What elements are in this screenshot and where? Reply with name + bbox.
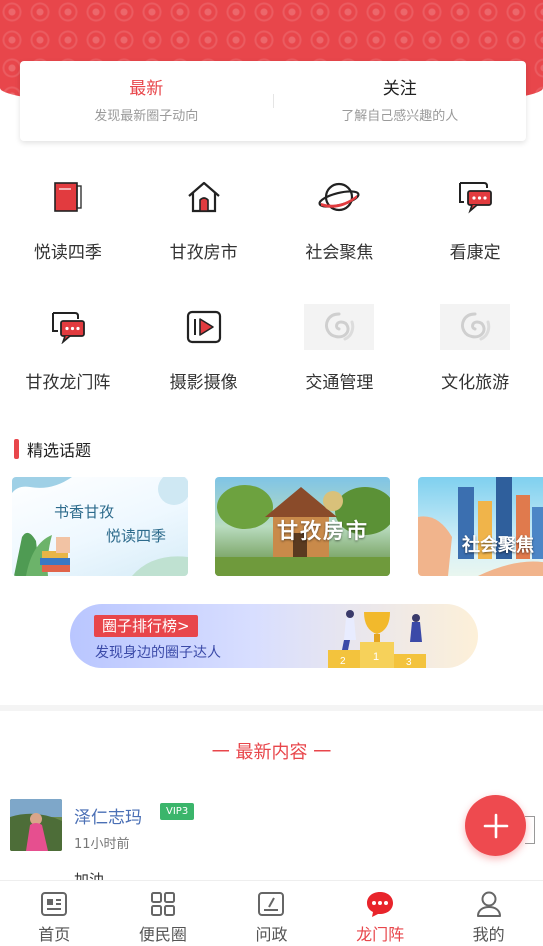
svg-text:1: 1	[373, 651, 379, 663]
feed-tab-switcher: 最新 发现最新圈子动向 关注 了解自己感兴趣的人	[20, 61, 526, 141]
topic-reading-line2: 悦读四季	[106, 527, 167, 545]
grid-icon	[150, 889, 176, 919]
tab-profile-label: 我的	[472, 925, 505, 944]
topic-card-society[interactable]: 社会聚焦	[418, 477, 543, 576]
circle-item-society[interactable]: 社会聚焦	[272, 170, 408, 300]
circle-item-label: 社会聚焦	[305, 243, 374, 263]
post-author-name[interactable]: 泽仁志玛	[74, 803, 142, 828]
trophy-podium-illustration: 2 1 3	[328, 610, 426, 668]
circle-item-culture-tourism[interactable]: 文化旅游	[407, 300, 543, 430]
circle-item-photography[interactable]: 摄影摄像	[136, 300, 272, 430]
circle-item-reading[interactable]: 悦读四季	[0, 170, 136, 300]
section-accent-bar	[14, 439, 19, 459]
tab-latest-title: 最新	[129, 79, 164, 99]
tab-following[interactable]: 关注 了解自己感兴趣的人	[274, 77, 527, 125]
house-icon	[169, 174, 239, 220]
svg-text:2: 2	[340, 656, 346, 667]
circle-item-longmenzhen[interactable]: 甘孜龙门阵	[0, 300, 136, 430]
latest-content-title: 一 最新内容 一	[211, 742, 332, 763]
tab-inquiry[interactable]: 问政	[217, 881, 326, 946]
vip-badge: VIP3	[160, 803, 195, 820]
video-play-icon	[169, 304, 239, 350]
tab-profile[interactable]: 我的	[434, 881, 543, 946]
featured-topics-heading: 精选话题	[14, 437, 91, 461]
circle-item-label: 文化旅游	[441, 373, 510, 393]
circle-item-traffic[interactable]: 交通管理	[272, 300, 408, 430]
chat-bubbles-icon	[33, 304, 103, 350]
floating-side-tab[interactable]	[525, 816, 535, 844]
bottom-tab-bar: 首页 便民圈 问政 龙门阵 我的	[0, 880, 543, 946]
avatar[interactable]	[10, 799, 62, 851]
tab-latest[interactable]: 最新 发现最新圈子动向	[20, 77, 273, 125]
circle-item-label: 甘孜房市	[169, 243, 238, 263]
tab-inquiry-label: 问政	[255, 925, 288, 944]
tab-community-label: 便民圈	[138, 925, 187, 944]
create-post-button[interactable]	[465, 795, 526, 856]
edit-icon	[257, 889, 285, 919]
placeholder-logo-icon	[304, 304, 375, 350]
topic-reading-line1: 书香甘孜	[54, 503, 115, 521]
circle-grid: 悦读四季 甘孜房市 社会聚焦 看康定 甘孜龙门阵 摄影摄像 交通管理 文化旅游	[0, 170, 543, 430]
tab-following-subtitle: 了解自己感兴趣的人	[341, 109, 459, 124]
circle-item-label: 看康定	[449, 243, 501, 263]
featured-topics-title: 精选话题	[27, 441, 92, 460]
topic-card-reading[interactable]: 书香甘孜 悦读四季	[12, 477, 188, 576]
ranking-tag: 圈子排行榜>	[94, 615, 198, 637]
section-divider	[0, 705, 543, 711]
chat-dots-icon	[365, 889, 395, 919]
circle-item-label: 摄影摄像	[169, 373, 238, 393]
tab-home-label: 首页	[38, 925, 71, 944]
book-icon	[33, 174, 103, 220]
user-icon	[476, 889, 502, 919]
featured-topics-carousel[interactable]: 书香甘孜 悦读四季 甘孜房市 社会聚焦	[12, 477, 543, 577]
post-item[interactable]: 泽仁志玛 VIP3 11小时前	[10, 799, 530, 859]
chat-bubble-icon	[440, 174, 510, 220]
tab-longmenzhen-label: 龙门阵	[356, 925, 405, 944]
news-icon	[40, 889, 68, 919]
placeholder-logo-icon	[440, 304, 511, 350]
circle-item-label: 交通管理	[305, 373, 374, 393]
tab-longmenzhen[interactable]: 龙门阵	[326, 881, 435, 946]
tab-community[interactable]: 便民圈	[109, 881, 218, 946]
tab-latest-subtitle: 发现最新圈子动向	[94, 109, 199, 124]
topic-card-housing[interactable]: 甘孜房市	[215, 477, 390, 576]
planet-icon	[304, 174, 374, 220]
circle-item-kangding[interactable]: 看康定	[407, 170, 543, 300]
circle-item-label: 甘孜龙门阵	[25, 373, 111, 393]
post-body-preview[interactable]: 加油	[74, 866, 104, 880]
plus-icon	[483, 813, 508, 838]
circle-item-housing[interactable]: 甘孜房市	[136, 170, 272, 300]
topic-society-caption: 社会聚焦	[462, 535, 534, 556]
topic-housing-caption: 甘孜房市	[277, 519, 369, 543]
circle-item-label: 悦读四季	[33, 243, 102, 263]
topic-society-illustration	[418, 477, 543, 576]
ranking-subtitle: 发现身边的圈子达人	[95, 645, 221, 661]
tab-home[interactable]: 首页	[0, 881, 109, 946]
post-timestamp: 11小时前	[74, 837, 130, 852]
circle-ranking-banner[interactable]: 圈子排行榜> 发现身边的圈子达人 2 1 3	[70, 604, 478, 668]
tab-following-title: 关注	[382, 79, 417, 99]
svg-text:3: 3	[406, 657, 412, 668]
